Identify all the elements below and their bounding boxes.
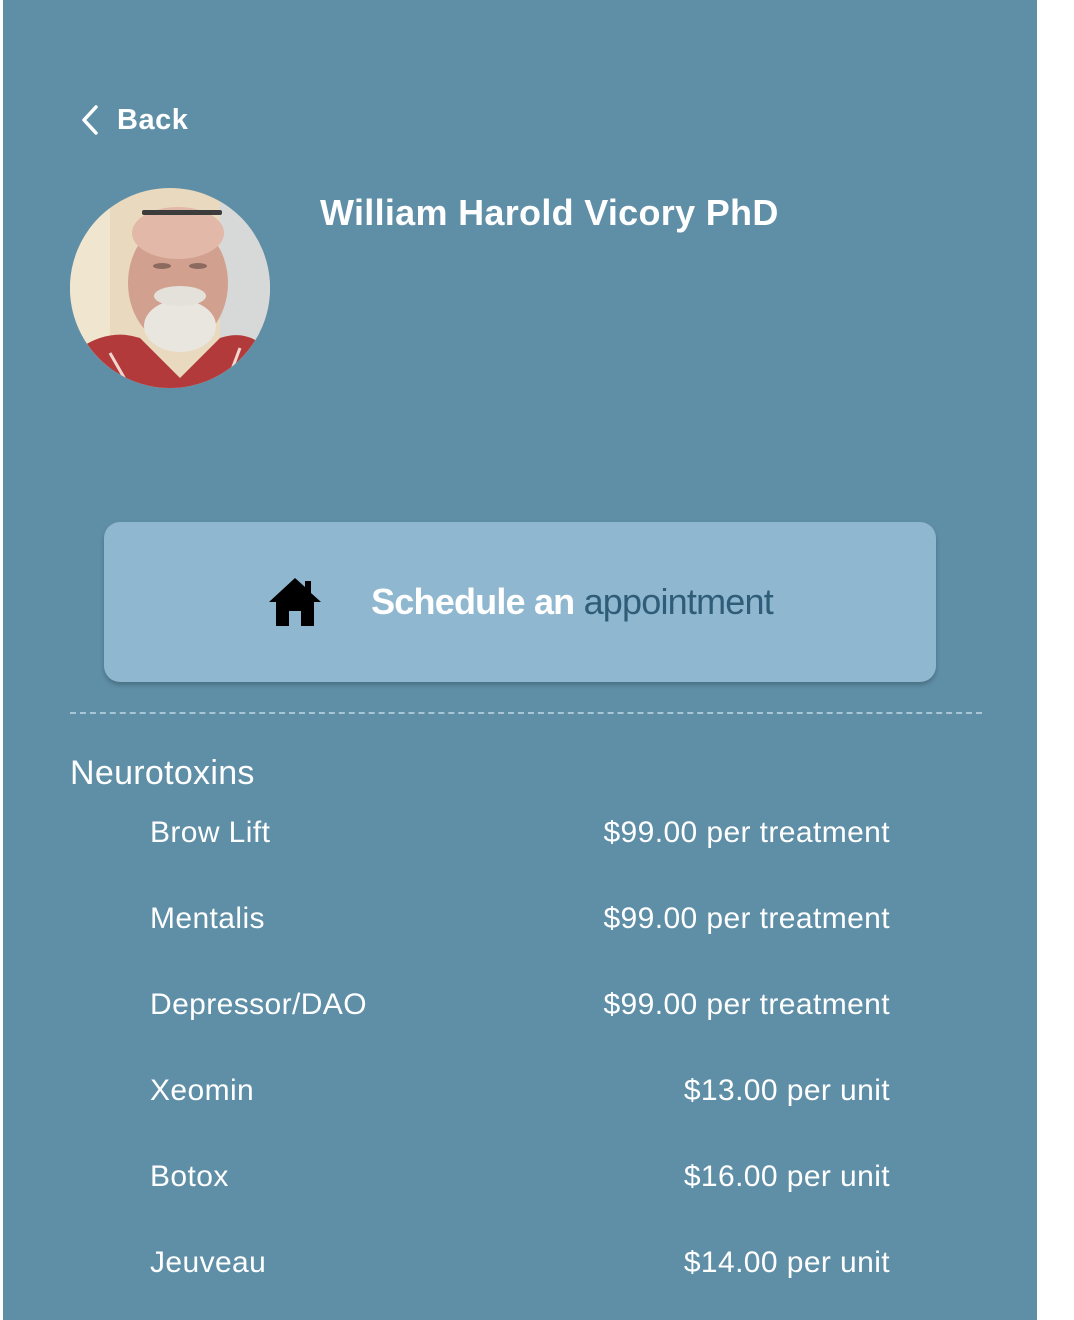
service-price: $14.00 per unit bbox=[683, 1246, 890, 1279]
service-list: Brow Lift $99.00 per treatment Mentalis … bbox=[150, 816, 890, 1320]
service-row: Botox $16.00 per unit bbox=[150, 1160, 890, 1246]
back-button[interactable]: Back bbox=[79, 100, 188, 140]
service-row: Jeuveau $14.00 per unit bbox=[150, 1246, 890, 1320]
provider-avatar bbox=[70, 188, 270, 388]
service-name: Brow Lift bbox=[150, 816, 271, 849]
service-row: Depressor/DAO $99.00 per treatment bbox=[150, 988, 890, 1074]
schedule-label-part1: Schedule an bbox=[371, 581, 575, 622]
schedule-label: Schedule an appointment bbox=[371, 581, 774, 623]
service-name: Depressor/DAO bbox=[150, 988, 367, 1021]
service-name: Botox bbox=[150, 1160, 229, 1193]
service-row: Brow Lift $99.00 per treatment bbox=[150, 816, 890, 902]
provider-panel: Back William Harold Vicory PhD Schedule … bbox=[3, 0, 1037, 1320]
divider bbox=[70, 712, 982, 714]
service-row: Mentalis $99.00 per treatment bbox=[150, 902, 890, 988]
service-price: $99.00 per treatment bbox=[603, 902, 890, 935]
service-price: $99.00 per treatment bbox=[603, 816, 890, 849]
service-name: Mentalis bbox=[150, 902, 265, 935]
service-price: $13.00 per unit bbox=[683, 1074, 890, 1107]
service-name: Jeuveau bbox=[150, 1246, 267, 1279]
service-row: Xeomin $13.00 per unit bbox=[150, 1074, 890, 1160]
service-price: $16.00 per unit bbox=[683, 1160, 890, 1193]
schedule-appointment-button[interactable]: Schedule an appointment bbox=[104, 522, 936, 682]
section-title: Neurotoxins bbox=[70, 754, 255, 792]
provider-name: William Harold Vicory PhD bbox=[320, 192, 779, 233]
service-price: $99.00 per treatment bbox=[603, 988, 890, 1021]
home-icon bbox=[269, 578, 322, 626]
schedule-label-part2: appointment bbox=[583, 581, 774, 622]
service-name: Xeomin bbox=[150, 1074, 255, 1107]
chevron-left-icon bbox=[82, 105, 98, 135]
back-label: Back bbox=[117, 103, 189, 136]
